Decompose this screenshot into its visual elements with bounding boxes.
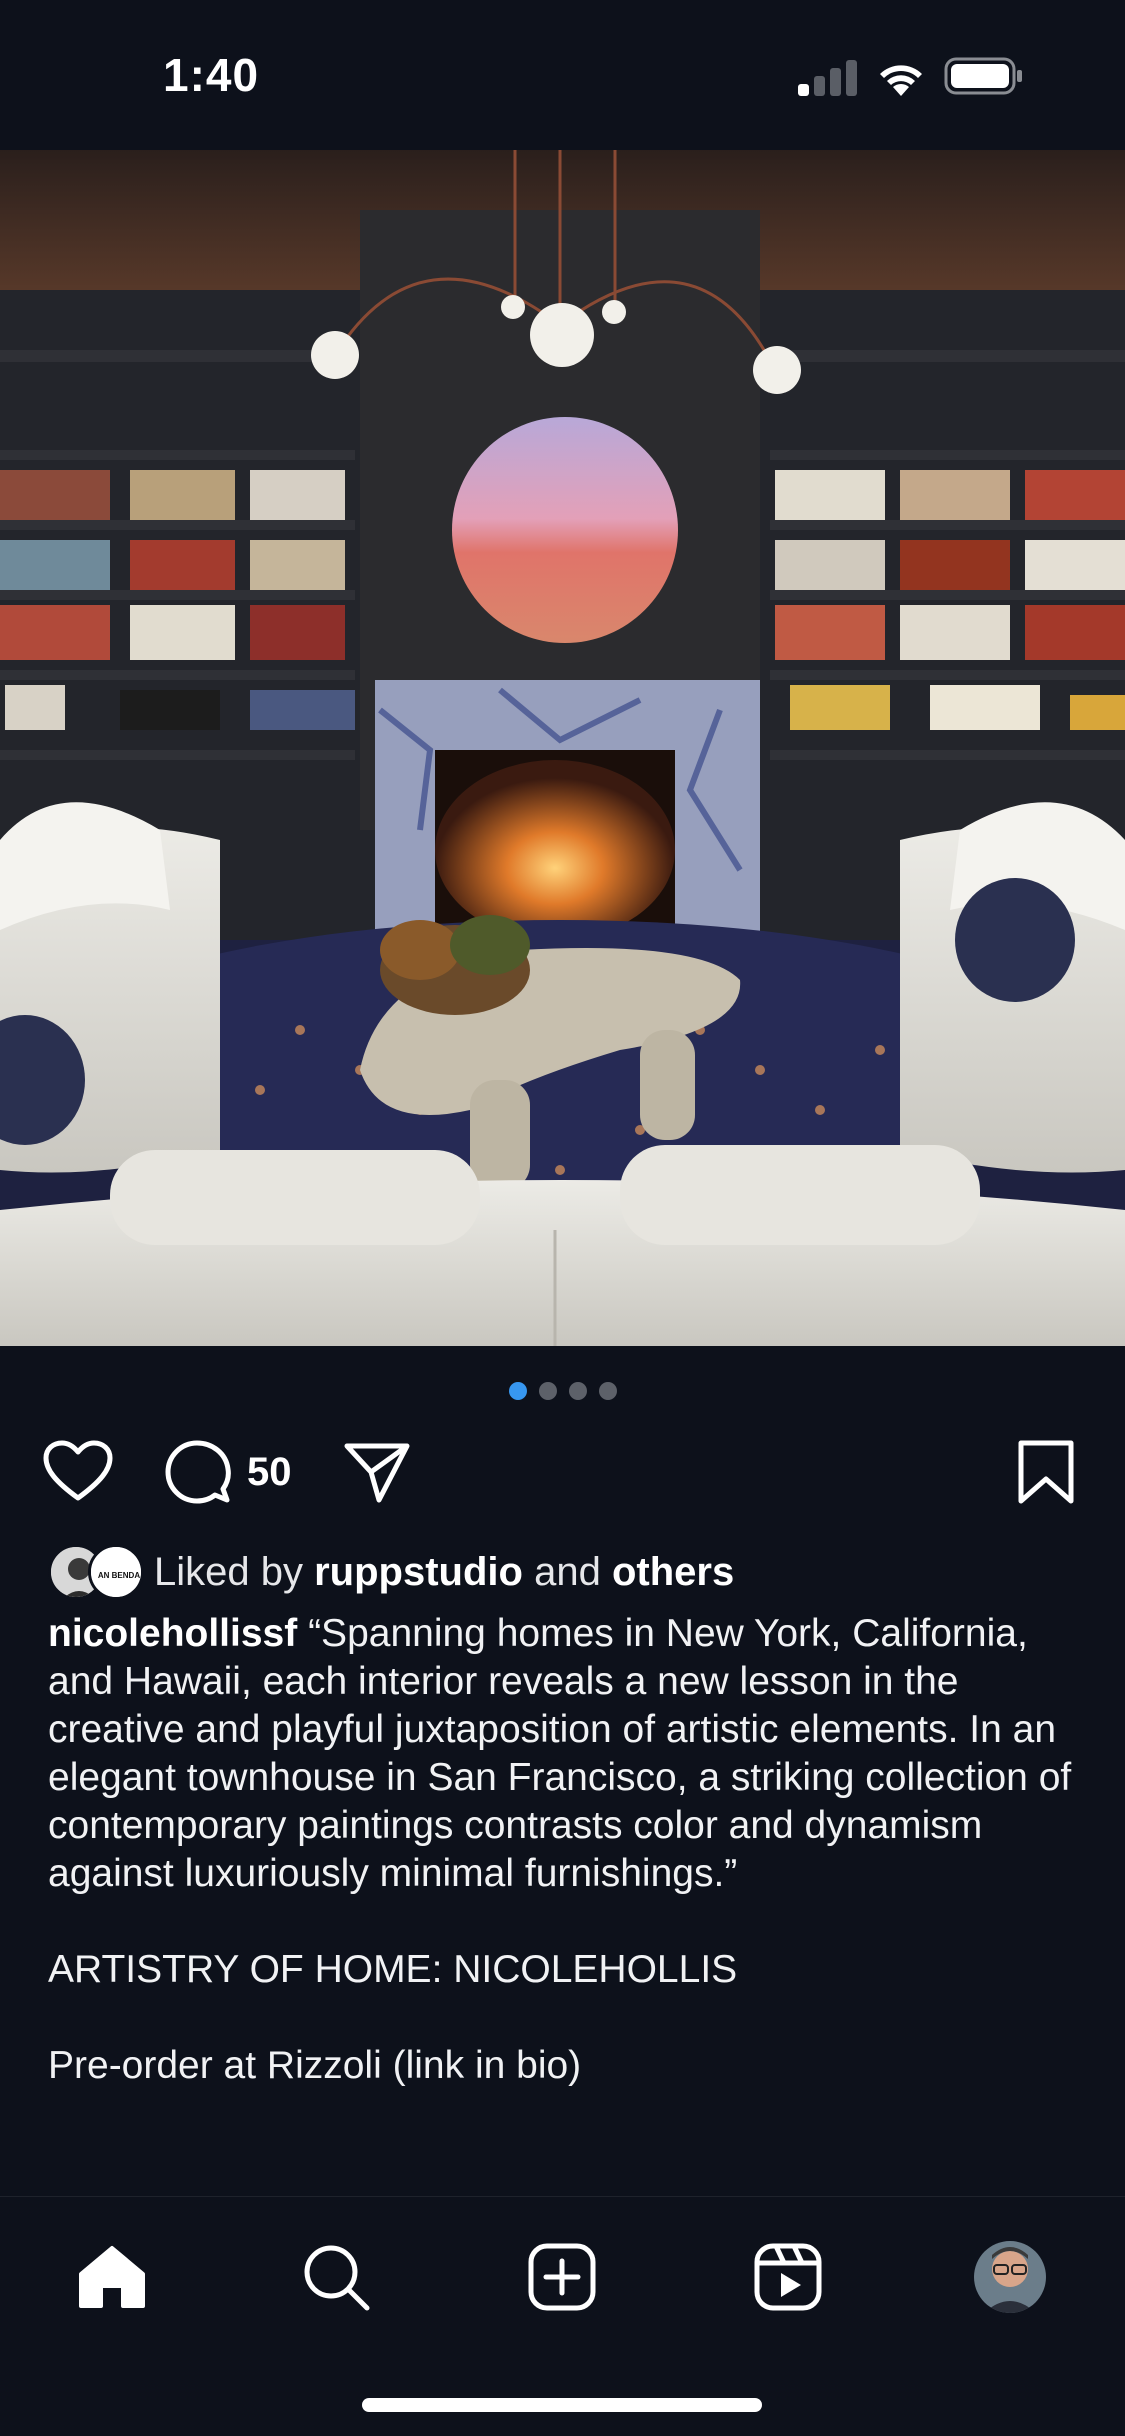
tab-search[interactable] xyxy=(296,2237,376,2317)
carousel-dot xyxy=(568,1382,587,1400)
paper-plane-icon xyxy=(344,1443,410,1503)
post-action-bar: 50 xyxy=(0,1432,1125,1512)
reels-icon xyxy=(754,2243,822,2311)
caption-username[interactable]: nicolehollissf xyxy=(48,1612,297,1655)
carousel-dot-active xyxy=(508,1382,527,1400)
tab-reels[interactable] xyxy=(748,2237,828,2317)
comment-count: 50 xyxy=(247,1449,292,1494)
carousel-dot xyxy=(598,1382,617,1400)
save-button[interactable] xyxy=(1017,1432,1075,1512)
search-icon xyxy=(304,2245,370,2311)
tab-create[interactable] xyxy=(522,2237,602,2317)
profile-avatar xyxy=(974,2241,1046,2313)
status-time: 1:40 xyxy=(163,49,260,101)
battery-icon xyxy=(944,57,1024,95)
likes-others[interactable]: others xyxy=(612,1550,734,1594)
carousel-indicator xyxy=(0,1382,1125,1402)
wifi-icon xyxy=(875,56,927,98)
share-button[interactable] xyxy=(343,1432,411,1512)
post-photo[interactable] xyxy=(0,150,1125,1346)
cellular-signal-icon xyxy=(798,60,858,96)
likes-text: Liked by ruppstudio and others xyxy=(154,1550,734,1595)
caption-line2: ARTISTRY OF HOME: NICOLEHOLLIS xyxy=(48,1948,738,1991)
likes-prefix: Liked by xyxy=(154,1549,303,1594)
avatar-badge-text: AN BENDA xyxy=(98,1571,140,1580)
caption-line3: Pre-order at Rizzoli (link in bio) xyxy=(48,2044,582,2087)
home-indicator[interactable] xyxy=(362,2398,762,2412)
comment-button[interactable]: 50 xyxy=(165,1432,292,1512)
like-button[interactable] xyxy=(42,1432,114,1512)
comment-icon xyxy=(165,1440,231,1504)
tab-home[interactable] xyxy=(72,2237,152,2317)
liker-username[interactable]: ruppstudio xyxy=(314,1550,523,1594)
carousel-dot xyxy=(538,1382,557,1400)
post-caption: nicolehollissf “Spanning homes in New Yo… xyxy=(48,1610,1078,2090)
likes-conjunction: and xyxy=(534,1549,601,1594)
heart-icon xyxy=(43,1440,113,1501)
home-icon xyxy=(79,2246,145,2308)
liker-avatars: AN BENDA xyxy=(48,1544,144,1600)
plus-square-icon xyxy=(528,2243,596,2311)
likes-row[interactable]: AN BENDA Liked by ruppstudio and others xyxy=(48,1542,734,1602)
tab-profile[interactable] xyxy=(970,2237,1050,2317)
avatar: AN BENDA xyxy=(88,1544,144,1600)
bookmark-icon xyxy=(1018,1440,1074,1504)
status-bar: 1:40 xyxy=(0,0,1125,150)
